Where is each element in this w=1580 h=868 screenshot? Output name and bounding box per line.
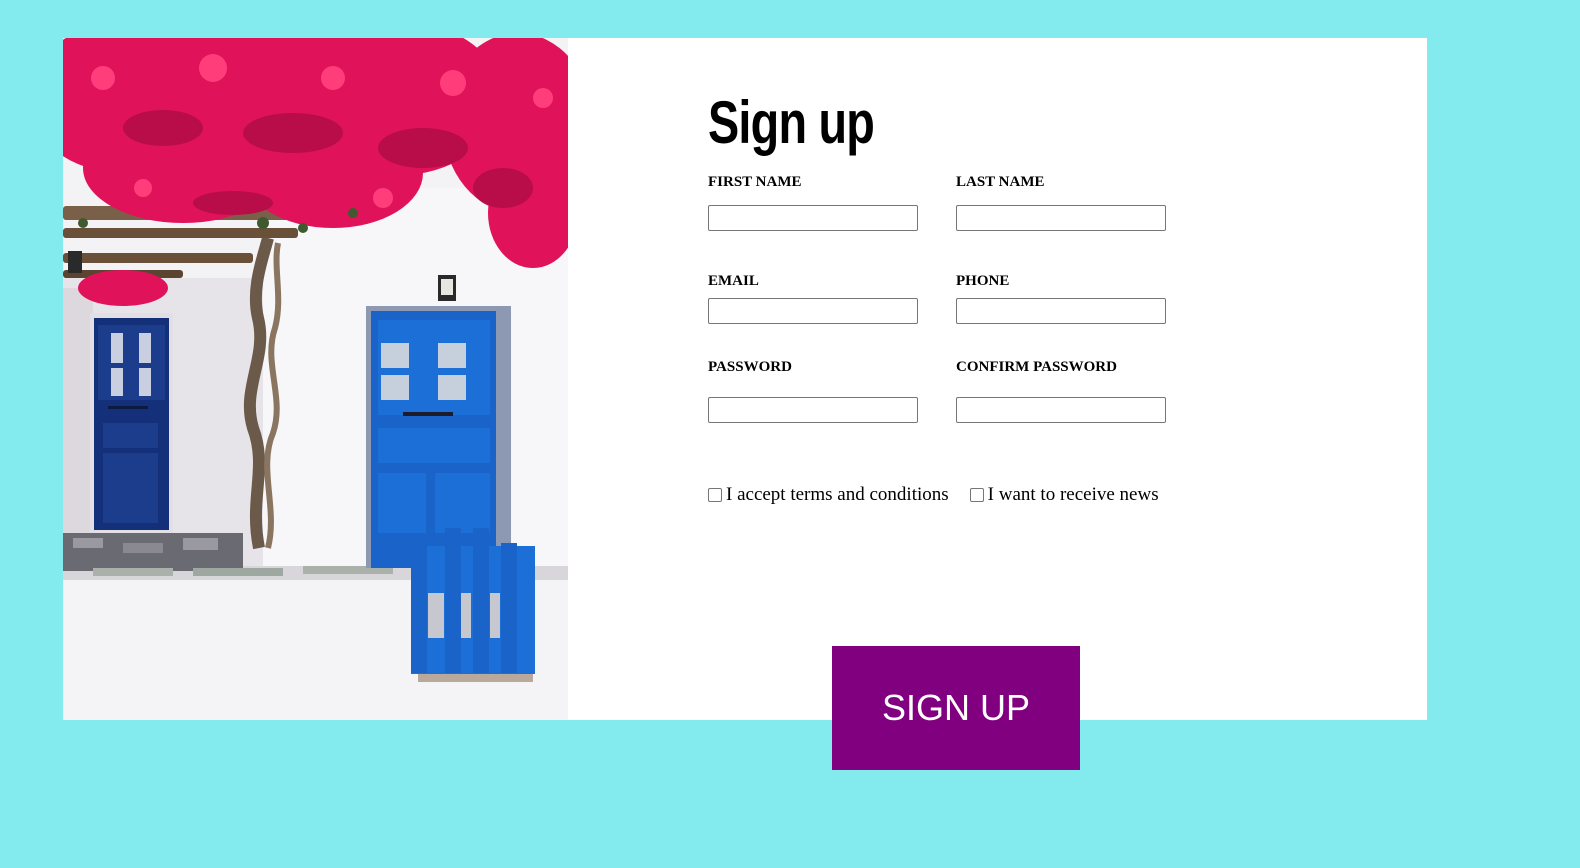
password-field[interactable]	[708, 397, 918, 423]
first-name-field[interactable]	[708, 205, 918, 231]
last-name-field[interactable]	[956, 205, 1166, 231]
signup-card: Sign up FIRST NAME LAST NAME EMAIL PHONE…	[63, 38, 1427, 720]
page-title: Sign up	[708, 89, 875, 156]
signup-form: Sign up FIRST NAME LAST NAME EMAIL PHONE…	[708, 38, 1268, 720]
house-photo	[63, 38, 568, 720]
phone-field[interactable]	[956, 298, 1166, 324]
password-label: PASSWORD	[708, 359, 792, 375]
terms-label: I accept terms and conditions	[726, 484, 949, 505]
terms-checkbox[interactable]	[708, 488, 722, 502]
consent-options: I accept terms and conditions I want to …	[708, 484, 1159, 506]
email-label: EMAIL	[708, 273, 759, 289]
last-name-label: LAST NAME	[956, 174, 1045, 190]
confirm-password-field[interactable]	[956, 397, 1166, 423]
news-option[interactable]: I want to receive news	[969, 484, 1159, 506]
confirm-password-label: CONFIRM PASSWORD	[956, 359, 1117, 375]
phone-label: PHONE	[956, 273, 1010, 289]
first-name-label: FIRST NAME	[708, 174, 802, 190]
terms-option[interactable]: I accept terms and conditions	[708, 484, 949, 506]
news-label: I want to receive news	[987, 484, 1159, 505]
email-field[interactable]	[708, 298, 918, 324]
news-checkbox[interactable]	[969, 488, 984, 502]
sign-up-button[interactable]: SIGN UP	[832, 646, 1080, 770]
